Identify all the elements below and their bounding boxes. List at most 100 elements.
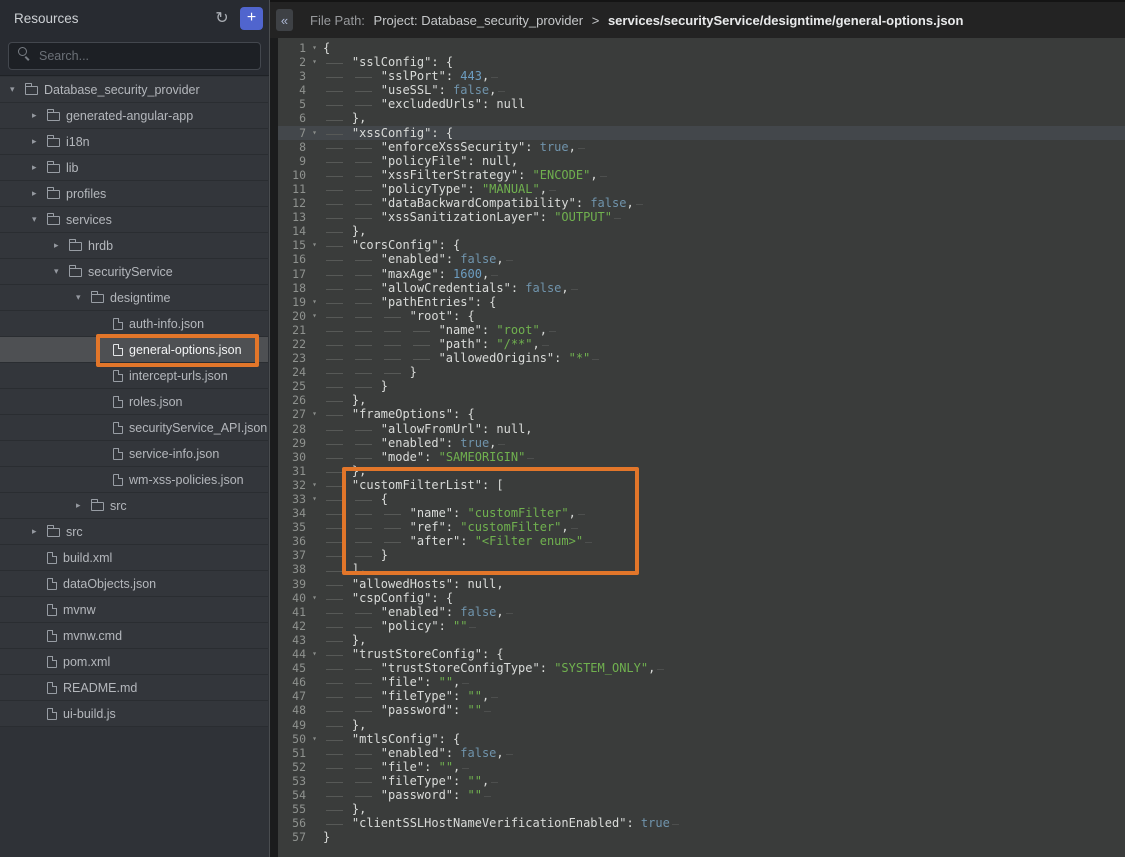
code-line-41[interactable]: 41"enabled": false,	[278, 605, 1125, 619]
code-line-5[interactable]: 5"excludedUrls": null	[278, 97, 1125, 111]
tree-item-services[interactable]: ▾services	[0, 207, 268, 233]
code-line-24[interactable]: 24}	[278, 365, 1125, 379]
code-line-33[interactable]: 33▾{	[278, 492, 1125, 506]
chevron-right-icon[interactable]: ▸	[30, 526, 47, 537]
tree-item-mvnw[interactable]: mvnw	[0, 597, 268, 623]
code-line-19[interactable]: 19▾"pathEntries": {	[278, 295, 1125, 309]
code-line-15[interactable]: 15▾"corsConfig": {	[278, 238, 1125, 252]
chevron-down-icon[interactable]: ▾	[8, 84, 25, 95]
code-line-18[interactable]: 18"allowCredentials": false,	[278, 281, 1125, 295]
fold-toggle-icon[interactable]: ▾	[306, 55, 323, 69]
tree-item-wm-xss-policies.json[interactable]: wm-xss-policies.json	[0, 467, 268, 493]
add-resource-button[interactable]: +	[240, 7, 263, 30]
tree-item-dataObjects.json[interactable]: dataObjects.json	[0, 571, 268, 597]
tree-item-intercept-urls.json[interactable]: intercept-urls.json	[0, 363, 268, 389]
tree-item-ui-build.js[interactable]: ui-build.js	[0, 701, 268, 727]
code-line-7[interactable]: 7▾"xssConfig": {	[278, 126, 1125, 140]
code-line-20[interactable]: 20▾"root": {	[278, 309, 1125, 323]
fold-toggle-icon[interactable]: ▾	[306, 309, 323, 323]
code-line-13[interactable]: 13"xssSanitizationLayer": "OUTPUT"	[278, 210, 1125, 224]
code-line-3[interactable]: 3"sslPort": 443,	[278, 69, 1125, 83]
code-line-10[interactable]: 10"xssFilterStrategy": "ENCODE",	[278, 168, 1125, 182]
chevron-right-icon[interactable]: ▸	[30, 188, 47, 199]
code-line-54[interactable]: 54"password": ""	[278, 788, 1125, 802]
code-line-47[interactable]: 47"fileType": "",	[278, 689, 1125, 703]
code-line-55[interactable]: 55},	[278, 802, 1125, 816]
code-line-1[interactable]: 1▾{	[278, 41, 1125, 55]
code-line-39[interactable]: 39"allowedHosts": null,	[278, 577, 1125, 591]
code-line-2[interactable]: 2▾"sslConfig": {	[278, 55, 1125, 69]
chevron-down-icon[interactable]: ▾	[30, 214, 47, 225]
code-line-53[interactable]: 53"fileType": "",	[278, 774, 1125, 788]
code-line-44[interactable]: 44▾"trustStoreConfig": {	[278, 647, 1125, 661]
code-line-56[interactable]: 56"clientSSLHostNameVerificationEnabled"…	[278, 816, 1125, 830]
code-line-25[interactable]: 25}	[278, 379, 1125, 393]
chevron-down-icon[interactable]: ▾	[52, 266, 69, 277]
code-line-8[interactable]: 8"enforceXssSecurity": true,	[278, 140, 1125, 154]
code-line-11[interactable]: 11"policyType": "MANUAL",	[278, 182, 1125, 196]
chevron-right-icon[interactable]: ▸	[52, 240, 69, 251]
collapse-sidebar-icon[interactable]: «	[276, 9, 293, 31]
chevron-right-icon[interactable]: ▸	[74, 500, 91, 511]
chevron-right-icon[interactable]: ▸	[30, 136, 47, 147]
fold-toggle-icon[interactable]: ▾	[306, 407, 323, 421]
code-line-12[interactable]: 12"dataBackwardCompatibility": false,	[278, 196, 1125, 210]
tree-item-auth-info.json[interactable]: auth-info.json	[0, 311, 268, 337]
tree-item-securityService[interactable]: ▾securityService	[0, 259, 268, 285]
tree-item-build.xml[interactable]: build.xml	[0, 545, 268, 571]
code-line-4[interactable]: 4"useSSL": false,	[278, 83, 1125, 97]
tree-item-pom.xml[interactable]: pom.xml	[0, 649, 268, 675]
tree-item-src[interactable]: ▸src	[0, 519, 268, 545]
code-line-45[interactable]: 45"trustStoreConfigType": "SYSTEM_ONLY",	[278, 661, 1125, 675]
tree-item-README.md[interactable]: README.md	[0, 675, 268, 701]
code-line-26[interactable]: 26},	[278, 393, 1125, 407]
fold-toggle-icon[interactable]: ▾	[306, 492, 323, 506]
code-line-43[interactable]: 43},	[278, 633, 1125, 647]
code-line-17[interactable]: 17"maxAge": 1600,	[278, 267, 1125, 281]
code-line-6[interactable]: 6},	[278, 111, 1125, 125]
chevron-down-icon[interactable]: ▾	[74, 292, 91, 303]
code-line-46[interactable]: 46"file": "",	[278, 675, 1125, 689]
fold-toggle-icon[interactable]: ▾	[306, 238, 323, 252]
tree-item-general-options.json[interactable]: general-options.json	[0, 337, 268, 363]
fold-toggle-icon[interactable]: ▾	[306, 41, 323, 55]
tree-item-service-info.json[interactable]: service-info.json	[0, 441, 268, 467]
code-line-32[interactable]: 32▾"customFilterList": [	[278, 478, 1125, 492]
code-line-23[interactable]: 23"allowedOrigins": "*"	[278, 351, 1125, 365]
panel-divider[interactable]	[270, 38, 278, 857]
tree-item-generated-angular-app[interactable]: ▸generated-angular-app	[0, 103, 268, 129]
code-line-38[interactable]: 38],	[278, 562, 1125, 576]
tree-item-roles.json[interactable]: roles.json	[0, 389, 268, 415]
code-line-37[interactable]: 37}	[278, 548, 1125, 562]
code-line-52[interactable]: 52"file": "",	[278, 760, 1125, 774]
fold-toggle-icon[interactable]: ▾	[306, 647, 323, 661]
tree-item-src[interactable]: ▸src	[0, 493, 268, 519]
code-line-49[interactable]: 49},	[278, 718, 1125, 732]
fold-toggle-icon[interactable]: ▾	[306, 295, 323, 309]
code-line-22[interactable]: 22"path": "/**",	[278, 337, 1125, 351]
code-line-21[interactable]: 21"name": "root",	[278, 323, 1125, 337]
code-line-42[interactable]: 42"policy": ""	[278, 619, 1125, 633]
code-line-28[interactable]: 28"allowFromUrl": null,	[278, 422, 1125, 436]
fold-toggle-icon[interactable]: ▾	[306, 591, 323, 605]
tree-item-profiles[interactable]: ▸profiles	[0, 181, 268, 207]
code-line-40[interactable]: 40▾"cspConfig": {	[278, 591, 1125, 605]
chevron-right-icon[interactable]: ▸	[30, 110, 47, 121]
code-line-29[interactable]: 29"enabled": true,	[278, 436, 1125, 450]
code-line-9[interactable]: 9"policyFile": null,	[278, 154, 1125, 168]
tree-item-i18n[interactable]: ▸i18n	[0, 129, 268, 155]
fold-toggle-icon[interactable]: ▾	[306, 732, 323, 746]
code-line-36[interactable]: 36"after": "<Filter enum>"	[278, 534, 1125, 548]
search-input[interactable]	[8, 42, 261, 70]
code-line-50[interactable]: 50▾"mtlsConfig": {	[278, 732, 1125, 746]
code-line-34[interactable]: 34"name": "customFilter",	[278, 506, 1125, 520]
code-line-30[interactable]: 30"mode": "SAMEORIGIN"	[278, 450, 1125, 464]
code-line-27[interactable]: 27▾"frameOptions": {	[278, 407, 1125, 421]
code-line-57[interactable]: 57}	[278, 830, 1125, 844]
tree-item-designtime[interactable]: ▾designtime	[0, 285, 268, 311]
code-line-35[interactable]: 35"ref": "customFilter",	[278, 520, 1125, 534]
refresh-icon[interactable]: ↻	[210, 6, 234, 30]
tree-item-mvnw.cmd[interactable]: mvnw.cmd	[0, 623, 268, 649]
tree-item-securityService_API.json[interactable]: securityService_API.json	[0, 415, 268, 441]
code-editor[interactable]: 1▾{2▾"sslConfig": {3"sslPort": 443,4"use…	[278, 38, 1125, 857]
